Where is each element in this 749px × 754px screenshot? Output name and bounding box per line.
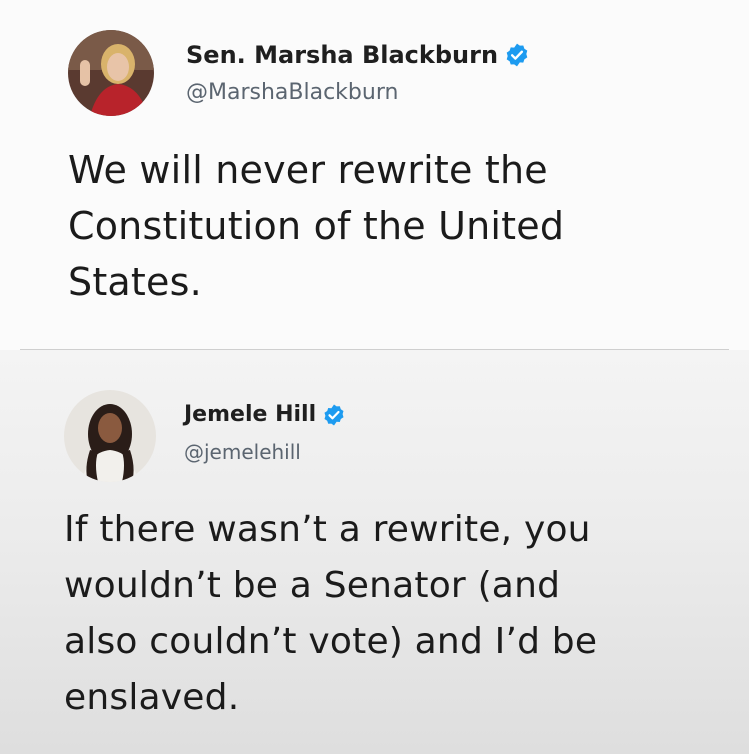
author-name[interactable]: Jemele Hill <box>184 402 316 427</box>
verified-badge-icon <box>504 42 530 68</box>
author-row-2: Jemele Hill <box>184 402 346 427</box>
tweet-card-2: Jemele Hill @jemelehill If there wasn’t … <box>0 350 749 754</box>
author-row-1: Sen. Marsha Blackburn <box>186 41 530 69</box>
verified-badge-icon <box>322 403 346 427</box>
tweet-text-line: States. <box>68 260 202 304</box>
avatar-1[interactable] <box>68 30 154 116</box>
tweet-text-line: Constitution of the United <box>68 204 565 248</box>
avatar-2[interactable] <box>64 390 156 482</box>
tweet-text-line: We will never rewrite the <box>68 148 548 192</box>
tweet-text-line: enslaved. <box>64 677 240 718</box>
author-name[interactable]: Sen. Marsha Blackburn <box>186 41 498 69</box>
avatar-photo-icon <box>68 30 154 116</box>
tweet-text-line: wouldn’t be a Senator (and <box>64 565 561 606</box>
tweet-text-line: If there wasn’t a rewrite, you <box>64 509 591 550</box>
tweet-text-line: also couldn’t vote) and I’d be <box>64 621 598 662</box>
tweet-text: We will never rewrite the Constitution o… <box>68 142 564 310</box>
tweet-text: If there wasn’t a rewrite, you wouldn’t … <box>64 502 597 726</box>
tweet-card-1: Sen. Marsha Blackburn @MarshaBlackburn W… <box>0 0 749 350</box>
avatar-photo-icon <box>64 390 156 482</box>
author-handle[interactable]: @MarshaBlackburn <box>186 80 398 105</box>
author-handle[interactable]: @jemelehill <box>184 440 301 464</box>
